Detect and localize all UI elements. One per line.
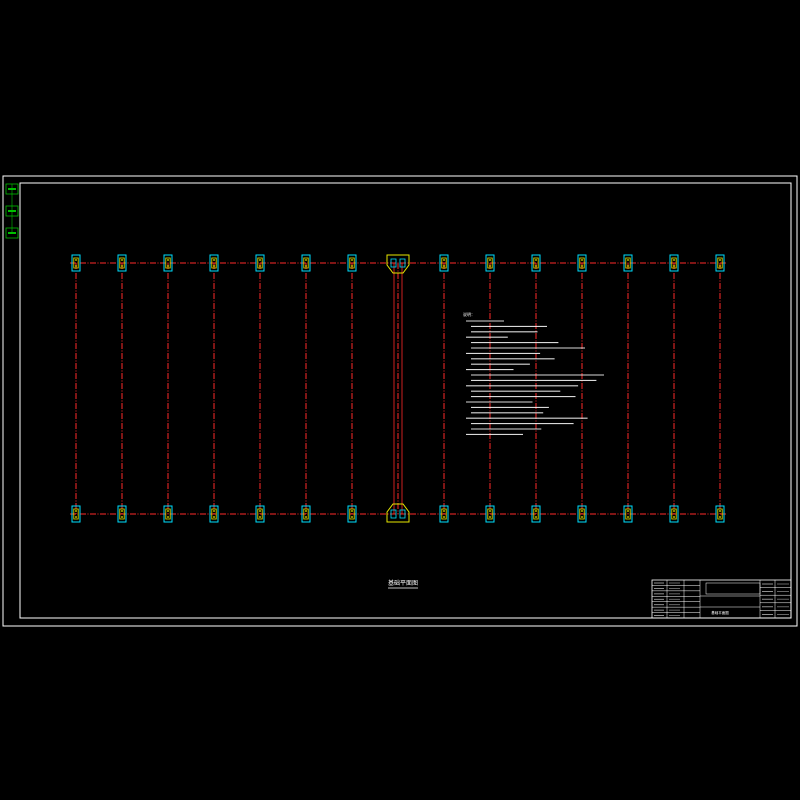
grid-lines bbox=[70, 262, 726, 515]
anchor-bolt bbox=[305, 265, 307, 267]
title-block: 基础平面图 bbox=[651, 579, 792, 619]
anchor-bolt bbox=[673, 259, 675, 261]
anchor-bolt bbox=[581, 516, 583, 518]
anchor-bolt bbox=[443, 516, 445, 518]
anchor-bolt bbox=[259, 259, 261, 261]
anchor-bolt bbox=[351, 259, 353, 261]
anchor-bolt bbox=[581, 265, 583, 267]
anchor-bolt bbox=[489, 259, 491, 261]
anchor-bolt bbox=[489, 516, 491, 518]
stamp-column bbox=[5, 183, 19, 239]
anchor-bolt bbox=[305, 510, 307, 512]
anchor-bolt bbox=[351, 516, 353, 518]
anchor-bolt bbox=[673, 510, 675, 512]
anchor-bolt bbox=[75, 265, 77, 267]
anchor-bolt bbox=[627, 516, 629, 518]
drawing-title: 基础平面图 bbox=[388, 579, 418, 587]
anchor-bolt bbox=[581, 259, 583, 261]
notes-heading: 说明： bbox=[463, 311, 475, 317]
anchor-bolt bbox=[719, 259, 721, 261]
general-notes: 说明： bbox=[463, 311, 604, 435]
anchor-bolt bbox=[167, 265, 169, 267]
drawing-title-group: 基础平面图 bbox=[388, 579, 418, 589]
anchor-bolt bbox=[627, 510, 629, 512]
anchor-bolt bbox=[581, 510, 583, 512]
anchor-bolt bbox=[121, 259, 123, 261]
anchor-bolt bbox=[305, 259, 307, 261]
foundation-plan bbox=[70, 254, 726, 523]
anchor-bolt bbox=[75, 259, 77, 261]
anchor-bolt bbox=[535, 510, 537, 512]
anchor-bolt bbox=[627, 265, 629, 267]
anchor-bolt bbox=[213, 516, 215, 518]
anchor-bolt bbox=[213, 265, 215, 267]
anchor-bolt bbox=[121, 516, 123, 518]
anchor-bolt bbox=[213, 510, 215, 512]
anchor-bolt bbox=[489, 265, 491, 267]
anchor-bolt bbox=[627, 259, 629, 261]
anchor-bolt bbox=[673, 516, 675, 518]
anchor-bolt bbox=[535, 516, 537, 518]
anchor-bolt bbox=[489, 510, 491, 512]
anchor-bolt bbox=[259, 265, 261, 267]
anchor-bolt bbox=[259, 516, 261, 518]
anchor-bolt bbox=[443, 259, 445, 261]
anchor-bolt bbox=[305, 516, 307, 518]
anchor-bolt bbox=[719, 265, 721, 267]
anchor-bolt bbox=[167, 516, 169, 518]
anchor-bolt bbox=[443, 510, 445, 512]
anchor-bolt bbox=[167, 259, 169, 261]
anchor-bolt bbox=[75, 510, 77, 512]
anchor-bolt bbox=[121, 510, 123, 512]
anchor-bolt bbox=[535, 259, 537, 261]
anchor-bolt bbox=[75, 516, 77, 518]
anchor-bolt bbox=[351, 510, 353, 512]
title-block-drawing-name: 基础平面图 bbox=[711, 610, 729, 615]
anchor-bolt bbox=[719, 516, 721, 518]
anchor-bolt bbox=[167, 510, 169, 512]
notes-lines bbox=[466, 320, 604, 435]
anchor-bolt bbox=[719, 510, 721, 512]
anchor-bolt bbox=[351, 265, 353, 267]
anchor-bolt bbox=[443, 265, 445, 267]
tb-project-cell bbox=[705, 582, 761, 595]
inner-frame bbox=[19, 182, 792, 619]
anchor-bolt bbox=[673, 265, 675, 267]
anchor-bolt bbox=[259, 510, 261, 512]
anchor-bolt bbox=[535, 265, 537, 267]
cad-drawing-canvas: 说明： 基础平面图 基础平面图 bbox=[2, 175, 798, 627]
anchor-bolt bbox=[121, 265, 123, 267]
anchor-bolt bbox=[213, 259, 215, 261]
